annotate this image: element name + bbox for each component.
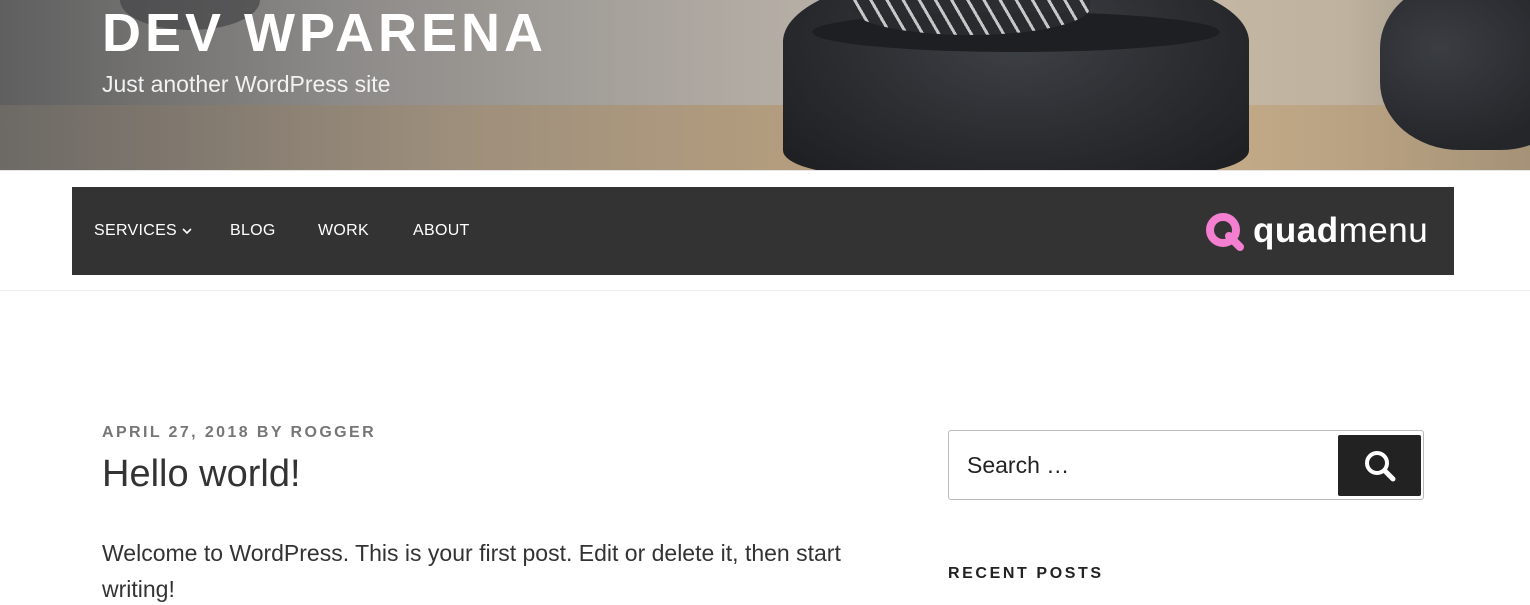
search-form [948, 430, 1424, 500]
site-header: DEV WPARENA Just another WordPress site [0, 0, 1530, 170]
main-navigation: SERVICES BLOG WORK ABOUT quadmenu [72, 187, 1454, 275]
site-title[interactable]: DEV WPARENA [102, 2, 547, 64]
nav-item-about[interactable]: ABOUT [413, 221, 470, 241]
quadmenu-wordmark-regular: menu [1338, 211, 1429, 250]
search-input[interactable] [950, 432, 1335, 498]
nav-item-work[interactable]: WORK [318, 221, 369, 241]
post-content: Welcome to WordPress. This is your first… [102, 540, 841, 602]
quadmenu-wordmark: quadmenu [1253, 211, 1428, 251]
post-meta: APRIL 27, 2018 BY ROGGER [102, 423, 376, 443]
site-tagline: Just another WordPress site [102, 71, 391, 97]
nav-divider [0, 290, 1530, 291]
header-image-pot-right [1380, 0, 1530, 150]
chevron-down-icon[interactable] [180, 224, 194, 238]
nav-item-services[interactable]: SERVICES [94, 221, 177, 241]
header-image-shelf [0, 105, 1530, 170]
post-date[interactable]: APRIL 27, 2018 [102, 424, 250, 441]
header-divider [0, 170, 1530, 171]
post-by: BY [256, 424, 284, 441]
search-button[interactable] [1338, 435, 1421, 496]
recent-posts-title: RECENT POSTS [948, 565, 1104, 582]
quadmenu-q-icon [1206, 213, 1244, 251]
search-icon [1364, 450, 1395, 481]
quadmenu-wordmark-bold: quad [1253, 211, 1339, 250]
quadmenu-logo[interactable]: quadmenu [1205, 209, 1428, 253]
post-author[interactable]: ROGGER [291, 424, 377, 441]
nav-item-blog[interactable]: BLOG [230, 221, 276, 241]
post-title[interactable]: Hello world! [102, 451, 301, 497]
